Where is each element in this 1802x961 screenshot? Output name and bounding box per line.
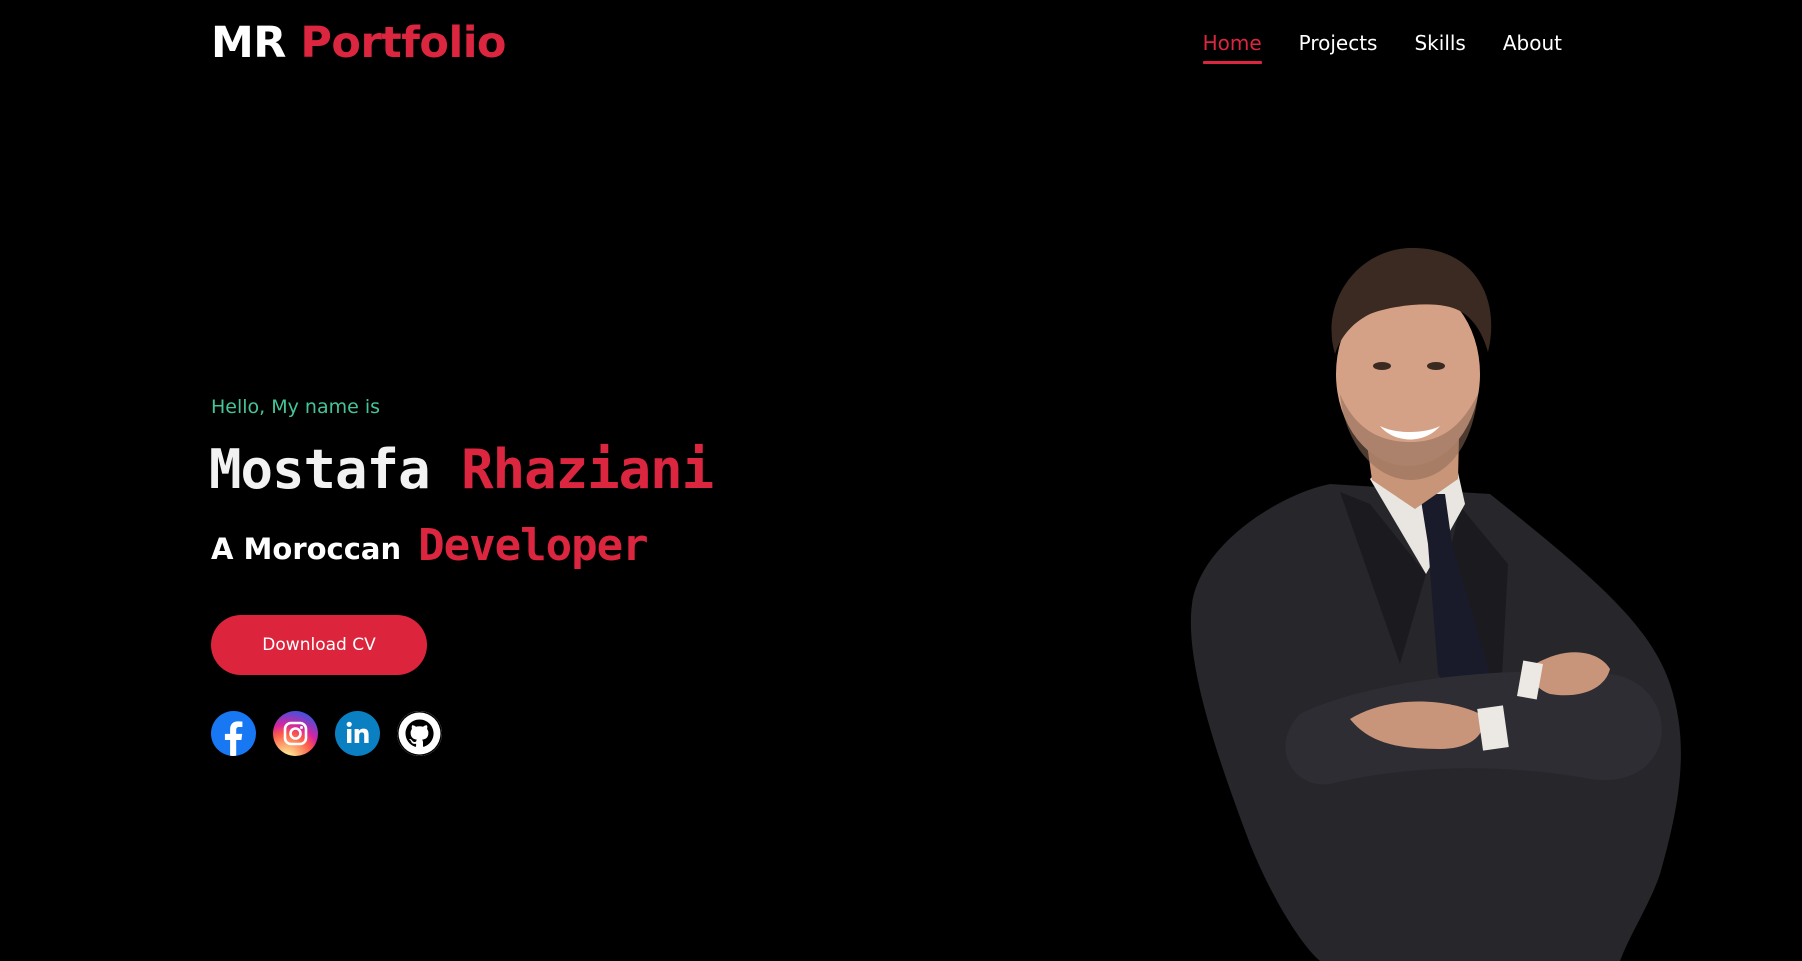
facebook-icon[interactable] xyxy=(211,711,256,756)
hero-greeting: Hello, My name is xyxy=(211,396,381,418)
github-icon[interactable] xyxy=(397,711,442,756)
nav-about[interactable]: About xyxy=(1503,26,1562,60)
last-name: Rhaziani xyxy=(461,438,714,501)
portrait-image xyxy=(1190,247,1681,961)
first-name: Mostafa xyxy=(209,438,431,501)
hero-role: A Moroccan Developer xyxy=(211,515,649,571)
role-title: Developer xyxy=(418,520,648,571)
download-cv-button[interactable]: Download CV xyxy=(211,615,427,675)
logo-first: MR xyxy=(211,18,286,68)
main-nav: Home Projects Skills About xyxy=(1202,26,1562,64)
instagram-icon[interactable] xyxy=(273,711,318,756)
nav-home[interactable]: Home xyxy=(1202,26,1262,64)
nav-skills[interactable]: Skills xyxy=(1414,26,1465,60)
nav-projects[interactable]: Projects xyxy=(1299,26,1378,60)
role-prefix: A Moroccan xyxy=(211,532,402,566)
social-links xyxy=(211,711,442,756)
site-logo[interactable]: MR Portfolio xyxy=(211,16,506,70)
logo-second: Portfolio xyxy=(300,18,506,68)
portfolio-page: MR Portfolio Home Projects Skills About … xyxy=(0,0,1802,961)
linkedin-icon[interactable] xyxy=(335,711,380,756)
hero-name: Mostafa Rhaziani xyxy=(209,438,714,501)
